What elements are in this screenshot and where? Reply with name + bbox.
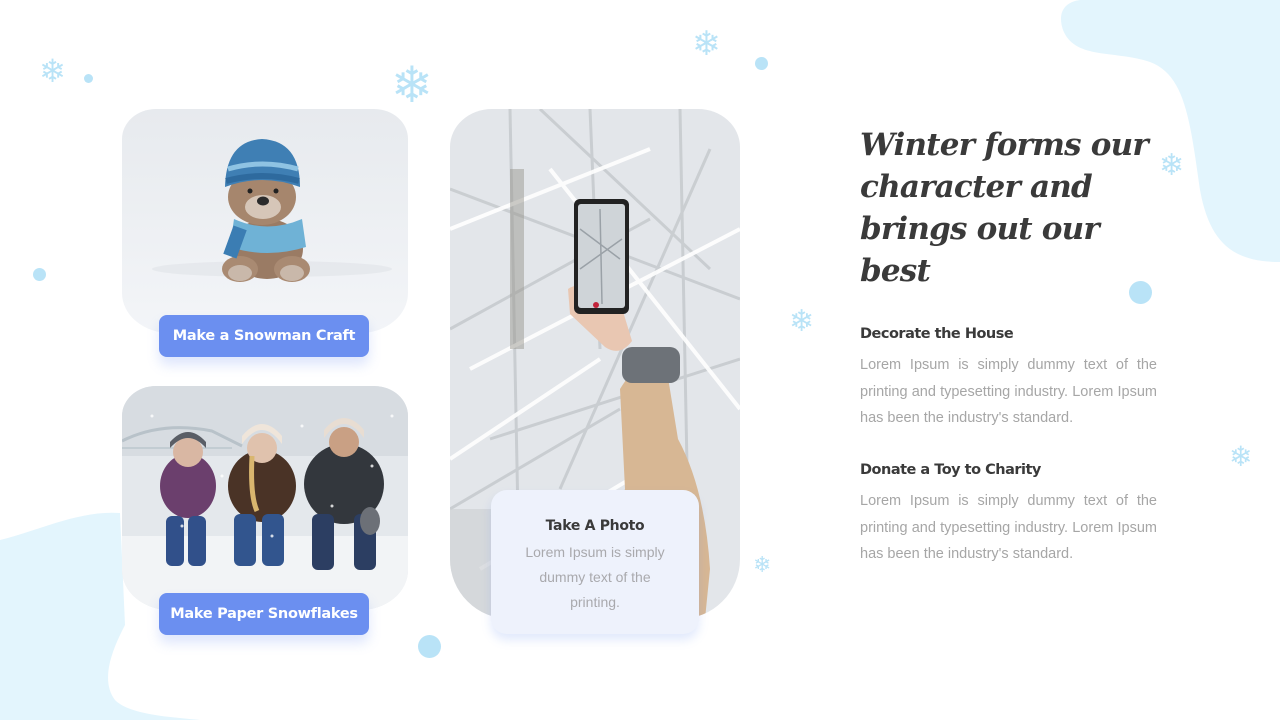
section-body: Lorem Ipsum is simply dummy text of the … xyxy=(860,493,1157,562)
snowflake-icon: ❄ xyxy=(1229,440,1253,473)
page-headline: Winter forms our character and brings ou… xyxy=(860,127,1149,289)
make-paper-snowflakes-button[interactable]: Make Paper Snowflakes xyxy=(159,593,369,635)
section-body: Lorem Ipsum is simply dummy text of the … xyxy=(860,357,1157,426)
snow-dot xyxy=(418,635,441,658)
take-a-photo-card: Take A Photo Lorem Ipsum is simply dummy… xyxy=(491,490,699,634)
snowflake-icon: ❄ xyxy=(789,304,815,339)
section-donate-toy: Donate a Toy to Charity Lorem Ipsum is s… xyxy=(860,462,1157,568)
snow-dot xyxy=(33,268,46,281)
make-snowman-craft-button[interactable]: Make a Snowman Craft xyxy=(159,315,369,357)
snow-dot xyxy=(84,74,93,83)
section-title: Decorate the House xyxy=(860,326,1014,342)
snowflake-icon: ❄ xyxy=(1159,148,1185,183)
snowflake-icon: ❄ xyxy=(753,553,772,578)
photo-card-body: Lorem Ipsum is simply dummy text of the … xyxy=(525,544,665,610)
photo-card-title: Take A Photo xyxy=(545,518,645,534)
snowflake-icon: ❄ xyxy=(692,24,721,64)
snowflake-icon: ❄ xyxy=(39,52,66,90)
snowflake-icon: ❄ xyxy=(391,56,433,114)
section-decorate-house: Decorate the House Lorem Ipsum is simply… xyxy=(860,326,1157,432)
section-title: Donate a Toy to Charity xyxy=(860,462,1041,478)
family-in-snow-photo xyxy=(122,386,408,610)
snow-dot xyxy=(755,57,768,70)
teddy-bear-photo xyxy=(122,109,408,333)
